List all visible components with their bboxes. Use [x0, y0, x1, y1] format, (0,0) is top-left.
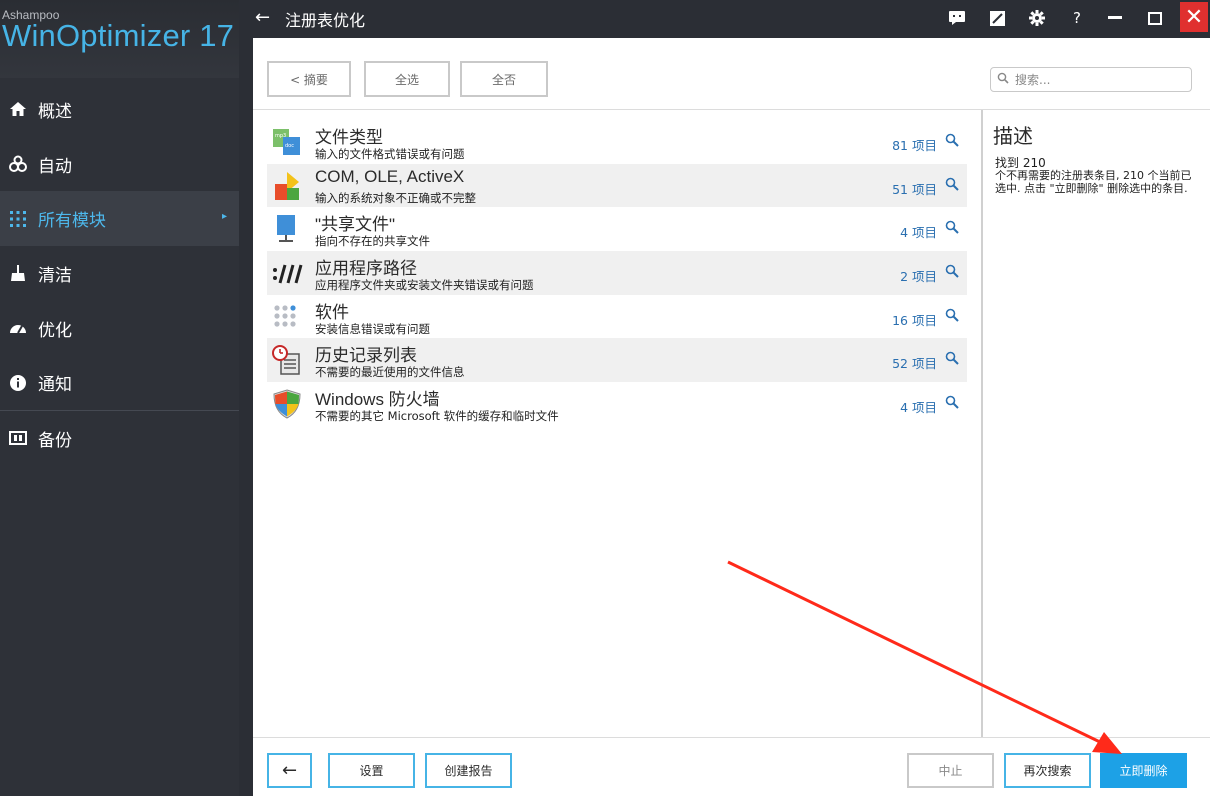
help-icon[interactable]: ?	[1065, 6, 1089, 30]
create-report-button[interactable]: 创建报告	[425, 753, 512, 788]
item-count: 52 项目	[892, 356, 937, 372]
sidebar-item-optimize[interactable]: 优化	[0, 301, 239, 356]
item-title: Windows 防火墙	[315, 390, 440, 410]
select-all-button[interactable]: 全选	[364, 61, 450, 97]
magnifier-icon[interactable]	[945, 264, 959, 278]
grid-icon	[6, 209, 30, 229]
item-subtitle: 不需要的其它 Microsoft 软件的缓存和临时文件	[315, 409, 559, 424]
delete-now-button[interactable]: 立即删除	[1100, 753, 1187, 788]
description-text: 个不再需要的注册表条目, 210 个当前已选中. 点击 "立即删除" 删除选中的…	[995, 169, 1192, 195]
search-icon	[997, 72, 1009, 87]
minimize-icon[interactable]	[1103, 6, 1127, 30]
sidebar-item-label: 所有模块	[38, 211, 106, 232]
item-count: 16 项目	[892, 312, 937, 328]
bottom-bar: ← 设置 创建报告 中止 再次搜索 立即删除	[253, 737, 1210, 796]
description-heading: 描述	[993, 124, 1033, 148]
item-subtitle: 输入的系统对象不正确或不完整	[315, 190, 476, 205]
item-subtitle: 不需要的最近使用的文件信息	[315, 365, 465, 380]
search-input[interactable]: 搜索...	[990, 67, 1192, 92]
select-none-button[interactable]: 全否	[460, 61, 548, 97]
app-brand: Ashampoo WinOptimizer 17	[0, 0, 239, 78]
edit-icon[interactable]	[985, 6, 1009, 30]
svg-text:doc: doc	[285, 143, 294, 149]
sidebar-item-clean[interactable]: 清洁	[0, 246, 239, 301]
gear-icon[interactable]	[1025, 6, 1049, 30]
software-icon	[274, 305, 296, 327]
speedometer-icon	[6, 318, 30, 338]
list-item[interactable]: "共享文件" 指向不存在的共享文件 4 项目	[267, 207, 967, 251]
magnifier-icon[interactable]	[945, 351, 959, 366]
broom-icon	[6, 263, 30, 283]
shapes-icon	[275, 171, 299, 200]
history-icon	[272, 345, 300, 376]
list-item[interactable]: 软件 安装信息错误或有问题 16 项目	[267, 295, 967, 339]
item-count: 81 项目	[892, 138, 937, 153]
module-list: mp3 doc 文件类型 输入的文件格式错误或有问题 81 项目 COM, OL…	[267, 120, 967, 426]
feedback-icon[interactable]	[945, 6, 969, 30]
sidebar-nav: 概述 自动 所有模块 ▸ 清洁 优化 通知 备份	[0, 82, 239, 466]
search-again-button[interactable]: 再次搜索	[1004, 753, 1091, 788]
shared-file-icon	[277, 215, 295, 243]
item-count: 4 项目	[900, 225, 937, 241]
item-count: 51 项目	[892, 181, 937, 197]
magnifier-icon[interactable]	[945, 220, 959, 235]
item-count: 4 项目	[900, 400, 937, 416]
magnifier-icon[interactable]	[945, 308, 959, 322]
item-title: 历史记录列表	[315, 346, 417, 366]
sidebar-item-label: 自动	[38, 156, 72, 177]
item-title: COM, OLE, ActiveX	[315, 166, 465, 186]
main-panel: < 摘要 全选 全否 搜索... mp3 doc 文件类型 输入的文件格式错误或…	[253, 38, 1210, 796]
file-types-icon: mp3 doc	[273, 129, 300, 155]
sidebar-item-all-modules[interactable]: 所有模块 ▸	[0, 191, 239, 247]
list-item[interactable]: Windows 防火墙 不需要的其它 Microsoft 软件的缓存和临时文件 …	[267, 382, 967, 426]
sidebar-item-label: 概述	[38, 101, 72, 122]
product-name: WinOptimizer 17	[2, 18, 235, 53]
sidebar-item-label: 清洁	[38, 265, 72, 286]
list-item[interactable]: mp3 doc 文件类型 输入的文件格式错误或有问题 81 项目	[267, 120, 967, 164]
home-icon	[6, 99, 30, 119]
list-item[interactable]: 应用程序路径 应用程序文件夹或安装文件夹错误或有问题 2 项目	[267, 251, 967, 295]
title-bar: ← 注册表优化 ? ✕	[239, 0, 1210, 38]
maximize-icon[interactable]	[1143, 6, 1167, 30]
item-subtitle: 输入的文件格式错误或有问题	[315, 147, 465, 161]
summary-button[interactable]: < 摘要	[267, 61, 351, 97]
close-icon[interactable]: ✕	[1180, 2, 1208, 32]
description-panel: 描述 找到 210 个不再需要的注册表条目, 210 个当前已选中. 点击 "立…	[981, 110, 1210, 738]
sidebar-item-notify[interactable]: 通知	[0, 355, 239, 410]
search-placeholder: 搜索...	[1015, 73, 1051, 87]
toolbar: < 摘要 全选 全否 搜索...	[253, 38, 1210, 110]
back-arrow-icon[interactable]: ←	[255, 7, 270, 28]
path-icon	[273, 264, 303, 284]
item-subtitle: 指向不存在的共享文件	[315, 234, 430, 249]
magnifier-icon[interactable]	[945, 177, 959, 191]
magnifier-icon[interactable]	[945, 133, 959, 147]
sidebar-item-label: 优化	[38, 320, 72, 341]
firewall-shield-icon	[273, 389, 301, 419]
list-item[interactable]: COM, OLE, ActiveX 输入的系统对象不正确或不完整 51 项目	[267, 163, 967, 208]
item-subtitle: 安装信息错误或有问题	[315, 321, 430, 336]
info-icon	[6, 373, 30, 393]
settings-button[interactable]: 设置	[328, 753, 415, 788]
sidebar-item-backup[interactable]: 备份	[0, 411, 239, 466]
sidebar-item-overview[interactable]: 概述	[0, 82, 239, 137]
item-title: 软件	[315, 302, 349, 322]
sidebar: Ashampoo WinOptimizer 17 概述 自动 所有模块 ▸ 清洁…	[0, 0, 239, 796]
list-item[interactable]: 历史记录列表 不需要的最近使用的文件信息 52 项目	[267, 338, 967, 383]
page-title: 注册表优化	[285, 11, 366, 30]
auto-icon	[6, 154, 30, 174]
backup-icon	[6, 428, 30, 448]
item-title: 文件类型	[315, 128, 383, 147]
abort-button[interactable]: 中止	[907, 753, 994, 788]
chevron-right-icon: ▸	[221, 211, 227, 223]
sidebar-item-auto[interactable]: 自动	[0, 137, 239, 192]
back-button[interactable]: ←	[267, 753, 312, 788]
item-count: 2 项目	[900, 269, 937, 285]
magnifier-icon[interactable]	[945, 395, 959, 409]
sidebar-item-label: 备份	[38, 430, 72, 451]
item-title: 应用程序路径	[315, 259, 417, 279]
item-subtitle: 应用程序文件夹或安装文件夹错误或有问题	[315, 278, 534, 293]
sidebar-item-label: 通知	[38, 375, 72, 396]
item-title: "共享文件"	[315, 215, 396, 235]
